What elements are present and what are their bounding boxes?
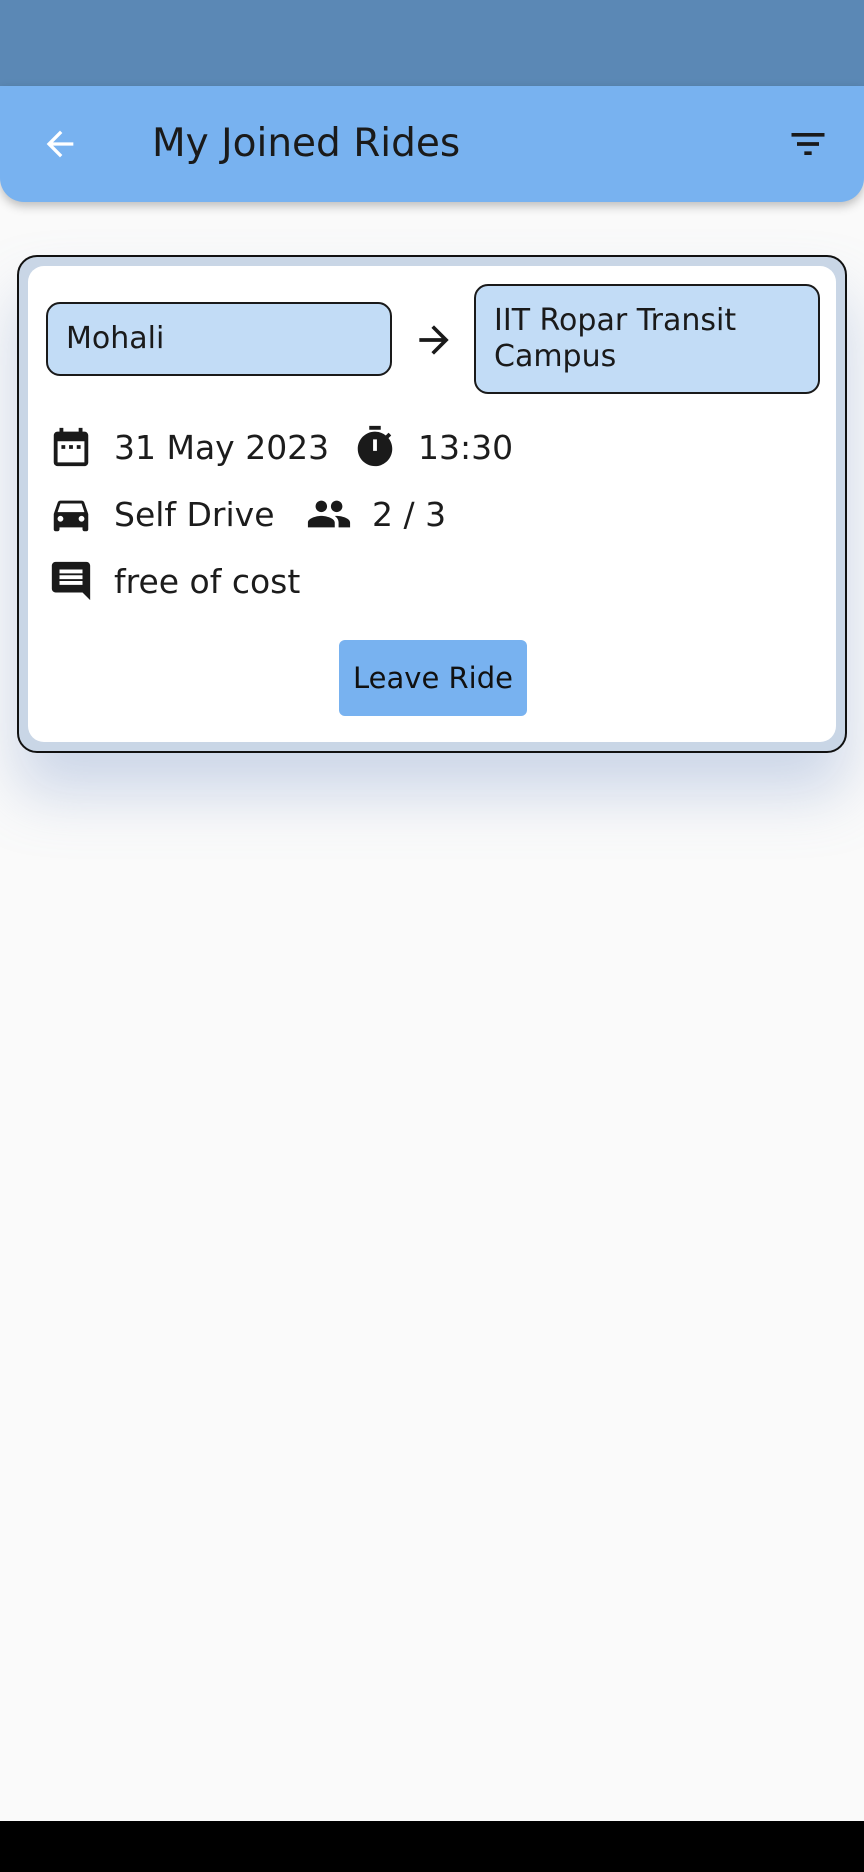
ride-card: Mohali IIT Ropar Transit Campus 31 May 2… (17, 255, 847, 753)
ride-time: 13:30 (352, 424, 513, 470)
leave-ride-button[interactable]: Leave Ride (339, 640, 527, 716)
ride-card-body: Mohali IIT Ropar Transit Campus 31 May 2… (28, 266, 836, 742)
filter-button[interactable] (778, 114, 838, 174)
comment-icon (51, 561, 91, 601)
to-location-label: IIT Ropar Transit Campus (494, 303, 737, 374)
ride-date: 31 May 2023 (48, 424, 329, 470)
ride-vehicle-value: Self Drive (114, 494, 275, 534)
ride-note-value: free of cost (114, 561, 301, 601)
car-icon (53, 500, 89, 532)
timer-icon (357, 425, 393, 467)
from-location-label: Mohali (66, 321, 165, 356)
ride-vehicle: Self Drive (48, 491, 275, 537)
ride-note: free of cost (48, 558, 300, 604)
arrow-left-icon (46, 130, 74, 158)
calendar-icon (53, 427, 89, 467)
ride-time-value: 13:30 (418, 427, 514, 467)
status-bar (0, 0, 864, 86)
system-nav-bar (0, 1821, 864, 1872)
ride-date-value: 31 May 2023 (114, 427, 330, 467)
ride-seats: 2 / 3 (306, 491, 446, 537)
from-location: Mohali (46, 302, 392, 376)
filter-list-icon (791, 133, 825, 155)
ride-seats-value: 2 / 3 (372, 494, 447, 534)
page-title: My Joined Rides (152, 121, 461, 166)
to-location: IIT Ropar Transit Campus (474, 284, 820, 394)
people-icon (307, 500, 351, 528)
app-bar: My Joined Rides (0, 86, 864, 202)
arrow-right-icon (419, 325, 449, 355)
back-button[interactable] (30, 114, 90, 174)
